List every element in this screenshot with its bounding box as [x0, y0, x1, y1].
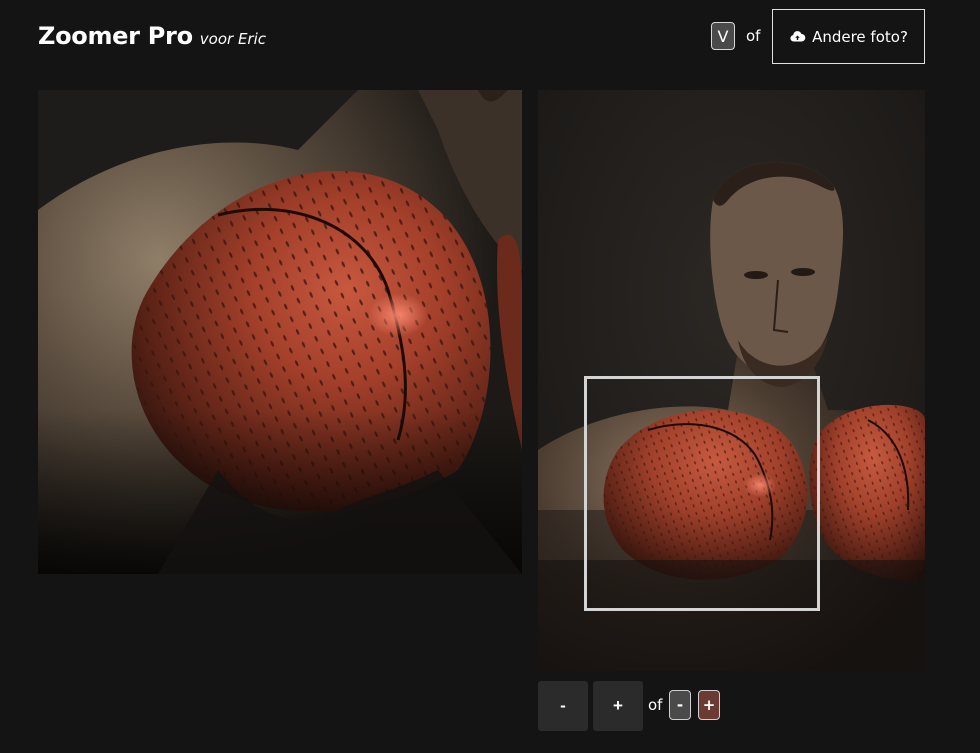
keyboard-shortcut-minus[interactable]: -	[669, 690, 691, 720]
cloud-upload-icon	[790, 31, 806, 42]
zoomed-view	[38, 90, 522, 574]
keyboard-shortcut-v[interactable]: V	[711, 22, 735, 50]
or-text-zoom: of	[648, 696, 663, 714]
app-subtitle: voor Eric	[199, 30, 267, 48]
upload-photo-button[interactable]: Andere foto?	[772, 9, 925, 64]
or-text: of	[746, 27, 761, 45]
upload-label: Andere foto?	[812, 27, 908, 46]
zoomed-photo	[38, 90, 522, 574]
zoom-selection-box[interactable]	[584, 376, 820, 611]
zoom-out-button[interactable]: -	[538, 681, 588, 731]
zoom-in-button[interactable]: +	[593, 681, 643, 731]
keyboard-shortcut-plus[interactable]: +	[698, 690, 720, 720]
header: Zoomer Pro voor Eric	[38, 22, 266, 50]
app-title: Zoomer Pro	[38, 22, 193, 50]
